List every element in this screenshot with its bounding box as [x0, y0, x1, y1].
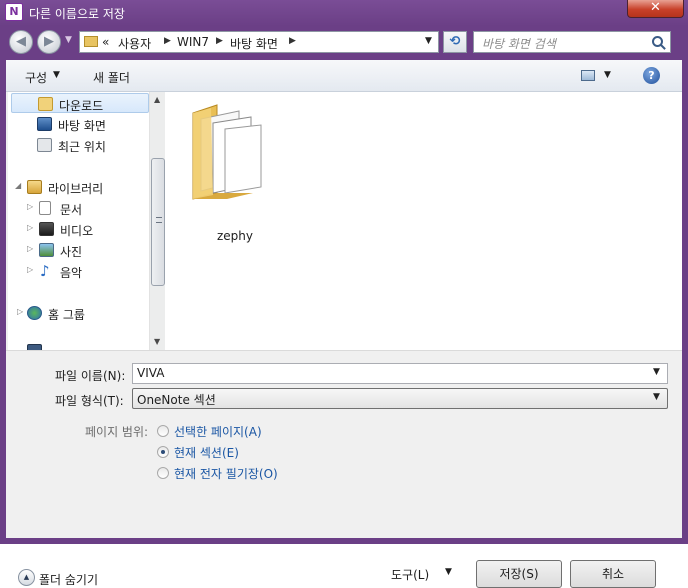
organize-button[interactable]: 구성	[25, 69, 47, 86]
scrollbar-thumb[interactable]	[151, 158, 165, 286]
nav-item-label: 문서	[60, 203, 83, 217]
radio-current-notebook[interactable]	[157, 467, 169, 479]
address-row: ◀ ▶ ▼ « 사용자 ▶ WIN7 ▶ 바탕 화면 ▶ ▼ ⟲ 바탕 화면 검…	[0, 26, 688, 60]
desktop-icon	[37, 117, 52, 131]
nav-item-downloads[interactable]: 다운로드	[11, 93, 149, 113]
hide-folders-button[interactable]: 폴더 숨기기	[39, 571, 98, 588]
file-name[interactable]: zephy	[217, 229, 253, 243]
nav-item-pictures[interactable]: ▷ 사진	[11, 240, 149, 260]
back-button[interactable]: ◀	[9, 30, 33, 54]
breadcrumb-win7[interactable]: WIN7	[177, 35, 209, 49]
breadcrumb-desktop[interactable]: 바탕 화면	[230, 35, 278, 52]
breadcrumb-arrow-icon[interactable]: ▶	[216, 36, 223, 46]
expand-arrow-icon[interactable]: ▷	[27, 223, 33, 232]
save-button[interactable]: 저장(S)	[476, 560, 562, 588]
tools-button[interactable]: 도구(L)	[391, 566, 429, 583]
homegroup-icon	[27, 306, 42, 320]
documents-icon	[39, 201, 51, 215]
filetype-label: 파일 형식(T):	[55, 394, 124, 408]
nav-item-label: 홈 그룹	[48, 308, 85, 322]
radio-current-section-label[interactable]: 현재 섹션(E)	[174, 444, 239, 461]
libraries-icon	[27, 180, 42, 194]
search-icon[interactable]	[652, 36, 663, 47]
nav-item-music[interactable]: ▷ ♪ 음악	[11, 261, 149, 281]
change-view-icon[interactable]	[581, 70, 595, 81]
recent-pages-dropdown[interactable]: ▼	[65, 35, 72, 45]
filename-field[interactable]: VIVA	[132, 363, 668, 384]
radio-selected-pages[interactable]	[157, 425, 169, 437]
expand-arrow-icon[interactable]: ▷	[17, 307, 23, 316]
tools-dropdown-icon[interactable]: ▼	[445, 567, 452, 577]
breadcrumb-overflow[interactable]: «	[102, 35, 109, 49]
filetype-dropdown-icon[interactable]: ▼	[653, 392, 660, 402]
radio-current-section[interactable]	[157, 446, 169, 458]
refresh-button[interactable]: ⟲	[443, 31, 467, 53]
videos-icon	[39, 222, 54, 236]
grip-icon	[156, 217, 162, 223]
nav-item-desktop[interactable]: 바탕 화면	[11, 114, 149, 134]
title-bar: N 다른 이름으로 저장 ✕	[0, 0, 688, 26]
onenote-app-icon: N	[5, 3, 23, 21]
view-options-dropdown-icon[interactable]: ▼	[604, 70, 611, 80]
nav-item-recent-places[interactable]: 최근 위치	[11, 135, 149, 155]
window-title: 다른 이름으로 저장	[29, 7, 125, 21]
nav-item-label: 음악	[60, 266, 83, 280]
filename-dropdown-icon[interactable]: ▼	[653, 367, 660, 377]
filetype-select[interactable]: OneNote 섹션	[132, 388, 668, 409]
search-placeholder: 바탕 화면 검색	[482, 37, 556, 51]
nav-item-documents[interactable]: ▷ 문서	[11, 198, 149, 218]
nav-item-label: 사진	[60, 245, 83, 259]
search-input[interactable]: 바탕 화면 검색	[473, 31, 671, 53]
expand-arrow-icon[interactable]: ▷	[27, 265, 33, 274]
nav-item-label: 라이브러리	[48, 182, 104, 196]
nav-scrollbar[interactable]: ▲ ▼	[149, 92, 165, 350]
new-folder-button[interactable]: 새 폴더	[93, 69, 130, 86]
expand-arrow-icon[interactable]: ▷	[27, 202, 33, 211]
nav-item-homegroup[interactable]: ▷ 홈 그룹	[11, 303, 149, 323]
folder-icon	[192, 104, 262, 200]
downloads-icon	[38, 97, 53, 111]
recent-places-icon	[37, 138, 52, 152]
nav-item-label: 다운로드	[59, 99, 104, 113]
music-icon: ♪	[40, 262, 50, 280]
breadcrumb-users[interactable]: 사용자	[118, 35, 151, 52]
expand-arrow-icon[interactable]: ▷	[27, 244, 33, 253]
breadcrumb-arrow-icon[interactable]: ▶	[164, 36, 171, 46]
scroll-up-icon[interactable]: ▲	[154, 95, 160, 104]
nav-item-videos[interactable]: ▷ 비디오	[11, 219, 149, 239]
hide-folders-chevron-icon[interactable]: ▲	[18, 569, 35, 586]
close-button[interactable]: ✕	[627, 0, 684, 18]
page-range-label: 페이지 범위:	[85, 425, 149, 439]
breadcrumb-arrow-icon[interactable]: ▶	[289, 36, 296, 46]
forward-button[interactable]: ▶	[37, 30, 61, 54]
forward-arrow-icon: ▶	[44, 34, 54, 49]
address-dropdown-icon[interactable]: ▼	[425, 36, 432, 46]
scroll-down-icon[interactable]: ▼	[154, 337, 160, 346]
radio-current-notebook-label[interactable]: 현재 전자 필기장(O)	[174, 465, 278, 482]
nav-item-computer[interactable]	[27, 342, 49, 350]
pictures-icon	[39, 243, 54, 257]
nav-item-label: 바탕 화면	[58, 119, 106, 133]
nav-item-label: 최근 위치	[58, 140, 106, 154]
back-arrow-icon: ◀	[16, 34, 26, 49]
cancel-button[interactable]: 취소	[570, 560, 656, 588]
address-bar[interactable]: « 사용자 ▶ WIN7 ▶ 바탕 화면 ▶ ▼	[79, 31, 439, 53]
nav-item-label: 비디오	[60, 224, 94, 238]
navigation-pane: 다운로드 바탕 화면 최근 위치 ◢ 라이브러리 ▷ 문서 ▷ 비디오 ▷ 사진…	[8, 92, 165, 350]
command-toolbar: 구성 ▼ 새 폴더 ▼ ?	[6, 60, 682, 92]
refresh-icon: ⟲	[449, 34, 461, 49]
help-icon[interactable]: ?	[643, 67, 660, 84]
filename-label: 파일 이름(N):	[55, 369, 126, 383]
collapse-arrow-icon[interactable]: ◢	[15, 181, 21, 190]
save-options-panel: 파일 이름(N): VIVA ▼ 파일 형식(T): OneNote 섹션 ▼ …	[6, 350, 682, 588]
organize-dropdown-icon[interactable]: ▼	[53, 70, 60, 80]
file-list-area: zephy	[165, 92, 682, 350]
radio-selected-pages-label[interactable]: 선택한 페이지(A)	[174, 423, 262, 440]
dialog-body: 구성 ▼ 새 폴더 ▼ ? 다운로드 바탕 화면 최근 위치 ◢ 라이브러리 ▷…	[6, 60, 682, 588]
folder-icon	[84, 36, 98, 47]
save-as-dialog: N 다른 이름으로 저장 ✕ ◀ ▶ ▼ « 사용자 ▶ WIN7 ▶ 바탕 화…	[0, 0, 688, 588]
nav-item-libraries[interactable]: ◢ 라이브러리	[11, 177, 149, 197]
